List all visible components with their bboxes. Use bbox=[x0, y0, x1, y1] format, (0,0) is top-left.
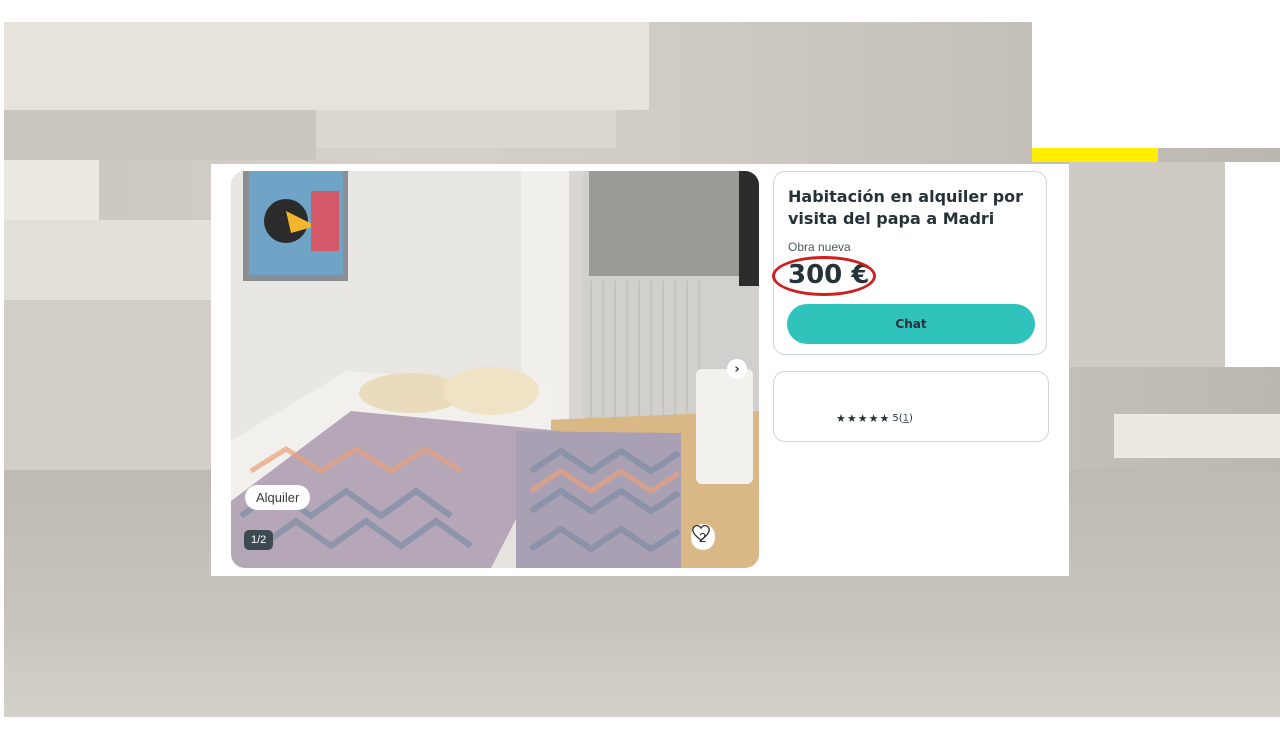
bg-block bbox=[4, 300, 214, 470]
bg-accent-stripe bbox=[1032, 148, 1158, 162]
bg-block bbox=[4, 220, 214, 300]
next-photo-button[interactable]: › bbox=[727, 359, 747, 379]
price-highlight-annotation bbox=[772, 256, 876, 296]
bg-block bbox=[4, 22, 649, 110]
bg-block bbox=[1225, 162, 1280, 367]
bg-block bbox=[1114, 414, 1280, 458]
bg-block bbox=[316, 110, 616, 148]
bg-block bbox=[4, 110, 316, 160]
listing-photo[interactable]: Alquiler 1/2 › 2 bbox=[231, 171, 759, 568]
chat-button[interactable]: Chat bbox=[787, 304, 1035, 344]
star-icon: ★★★★★ bbox=[836, 412, 891, 425]
listing-type-badge: Alquiler bbox=[245, 485, 311, 510]
listing-card[interactable]: Alquiler 1/2 › 2 Habitación en alquiler … bbox=[211, 164, 1069, 576]
chevron-right-icon: › bbox=[734, 361, 740, 377]
bg-block bbox=[4, 160, 99, 220]
seller-rating: ★★★★★ 5 (1) bbox=[836, 412, 913, 425]
room-photo-illustration bbox=[231, 171, 759, 568]
bg-block bbox=[1069, 162, 1225, 367]
bg-block bbox=[1032, 22, 1280, 148]
photo-counter: 1/2 bbox=[244, 530, 274, 550]
favorite-button[interactable]: 2 bbox=[691, 524, 716, 550]
listing-condition: Obra nueva bbox=[788, 240, 851, 254]
seller-panel[interactable]: ★★★★★ 5 (1) bbox=[773, 371, 1049, 442]
listing-info-panel: Habitación en alquiler por visita del pa… bbox=[772, 171, 1047, 355]
listing-title: Habitación en alquiler por visita del pa… bbox=[788, 187, 1024, 228]
heart-icon bbox=[692, 524, 710, 542]
